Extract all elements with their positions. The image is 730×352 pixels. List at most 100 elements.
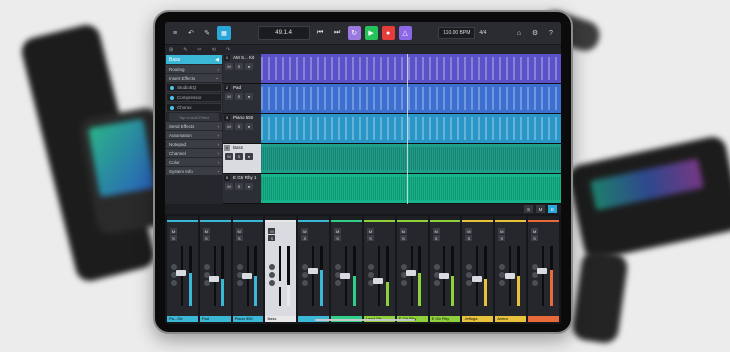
- mute-button[interactable]: M: [225, 93, 233, 100]
- volume-fader[interactable]: [438, 273, 449, 279]
- mixer-tab[interactable]: M: [536, 205, 545, 213]
- channel-routing[interactable]: [331, 216, 362, 222]
- mute-button[interactable]: M: [399, 228, 407, 234]
- track-lane[interactable]: [261, 54, 561, 84]
- pan-knob[interactable]: [499, 280, 506, 286]
- pan-knob[interactable]: [302, 280, 309, 286]
- volume-fader[interactable]: [307, 267, 318, 274]
- pan-knob[interactable]: [433, 280, 440, 286]
- menu-icon[interactable]: ≡: [169, 26, 181, 40]
- channel-routing[interactable]: [265, 216, 297, 222]
- pan-knob[interactable]: [236, 280, 243, 286]
- mixer-channel[interactable]: M S Jeffuga: [462, 216, 494, 322]
- tempo-display[interactable]: 110.00 BPM: [438, 27, 476, 39]
- send-knob[interactable]: [335, 264, 342, 270]
- mute-button[interactable]: M: [334, 228, 342, 234]
- toolbar2-loop-icon[interactable]: ⟲: [212, 47, 216, 53]
- snap-toggle[interactable]: ▦: [217, 26, 231, 40]
- play-icon[interactable]: ▶: [364, 26, 378, 40]
- solo-button[interactable]: S: [334, 235, 342, 241]
- mixer-channel[interactable]: MSLead Gtr: [363, 216, 395, 322]
- channel-routing[interactable]: [462, 216, 494, 222]
- metronome-icon[interactable]: △: [398, 26, 412, 40]
- toolbar2-scissors-icon[interactable]: ✂: [197, 47, 201, 53]
- inspector-section[interactable]: Notepad ›: [166, 140, 222, 148]
- mute-button[interactable]: M: [235, 228, 243, 234]
- channel-routing[interactable]: [199, 216, 231, 222]
- volume-fader[interactable]: [471, 275, 482, 282]
- mute-button[interactable]: M: [531, 228, 539, 234]
- inspector-section[interactable]: Channel ›: [166, 149, 222, 157]
- volume-fader[interactable]: [406, 270, 417, 277]
- mixer-channel[interactable]: M S Pa...Gtr: [167, 216, 198, 322]
- send-knob[interactable]: [433, 264, 440, 270]
- cycle-icon[interactable]: ↻: [347, 26, 361, 40]
- solo-button[interactable]: S: [268, 235, 276, 241]
- solo-button[interactable]: S: [301, 235, 309, 241]
- insert-slot-3[interactable]: Chorus: [166, 103, 222, 112]
- settings-icon[interactable]: ⚙: [529, 26, 541, 40]
- insert-slot-1[interactable]: StudioEQ: [166, 83, 222, 92]
- solo-button[interactable]: S: [531, 235, 539, 241]
- mute-button[interactable]: M: [225, 123, 233, 130]
- mute-button[interactable]: M: [301, 228, 309, 234]
- solo-button[interactable]: S: [432, 235, 440, 241]
- solo-button[interactable]: S: [465, 235, 473, 241]
- send-knob[interactable]: [466, 264, 473, 270]
- track-header[interactable]: 2 Pad M S ●: [223, 84, 261, 114]
- channel-routing[interactable]: [528, 216, 559, 222]
- playhead[interactable]: [407, 54, 408, 204]
- inspector-insert-effects[interactable]: Insert Effects ⌄: [166, 74, 222, 82]
- forward-icon[interactable]: ⏭: [331, 26, 344, 40]
- position-display[interactable]: 49.1.4: [257, 26, 310, 40]
- volume-fader[interactable]: [209, 275, 220, 282]
- help-icon[interactable]: ?: [545, 26, 557, 40]
- channel-routing[interactable]: [495, 216, 527, 222]
- send-knob[interactable]: [269, 272, 276, 278]
- mute-button[interactable]: M: [225, 63, 233, 70]
- insert-slot-2[interactable]: Compressor: [166, 93, 222, 102]
- power-icon[interactable]: [170, 95, 174, 100]
- channel-routing[interactable]: [298, 216, 330, 222]
- inspector-section[interactable]: Color ›: [166, 158, 222, 166]
- inspector-section[interactable]: Automation ›: [166, 131, 222, 139]
- track-header[interactable]: 4 Bass M S ●: [223, 144, 261, 174]
- power-icon[interactable]: [170, 105, 174, 110]
- track-lane[interactable]: [261, 174, 561, 204]
- mute-button[interactable]: M: [498, 228, 506, 234]
- send-knob[interactable]: [203, 264, 210, 270]
- channel-routing[interactable]: [232, 216, 264, 222]
- channel-routing[interactable]: [396, 216, 428, 222]
- track-header[interactable]: 3 Piano 550 M S ●: [223, 114, 261, 144]
- toolbar2-redo-icon[interactable]: ↷: [226, 47, 230, 53]
- channel-routing[interactable]: [167, 216, 198, 222]
- record-icon[interactable]: ●: [381, 26, 395, 40]
- solo-button[interactable]: S: [399, 235, 407, 241]
- solo-button[interactable]: S: [498, 235, 506, 241]
- volume-fader[interactable]: [241, 273, 252, 279]
- rewind-icon[interactable]: ⏮: [314, 26, 327, 40]
- mixer-channel[interactable]: MS: [528, 216, 559, 322]
- mute-button[interactable]: M: [202, 228, 210, 234]
- send-knob[interactable]: [367, 272, 374, 278]
- send-knob[interactable]: [499, 264, 506, 270]
- send-knob[interactable]: [236, 264, 243, 270]
- mixer-channel[interactable]: MS: [331, 216, 362, 322]
- track-header[interactable]: 1 AM S... Kit M S ●: [223, 54, 261, 84]
- send-knob[interactable]: [400, 264, 407, 270]
- pan-knob[interactable]: [171, 280, 177, 286]
- channel-routing[interactable]: [429, 216, 461, 222]
- track-lane[interactable]: [261, 84, 561, 114]
- volume-fader[interactable]: [340, 273, 351, 279]
- solo-button[interactable]: S: [235, 235, 243, 241]
- toolbar2-pencil-icon[interactable]: ✎: [183, 47, 187, 53]
- pan-knob[interactable]: [532, 280, 539, 286]
- inspector-track-header[interactable]: Bass ◀: [166, 55, 222, 64]
- mute-button[interactable]: M: [465, 228, 473, 234]
- mute-button[interactable]: M: [432, 228, 440, 234]
- inspector-section[interactable]: System Info ›: [166, 167, 222, 175]
- collapse-icon[interactable]: ◀: [215, 57, 219, 63]
- solo-button[interactable]: S: [235, 93, 243, 100]
- solo-button[interactable]: S: [235, 63, 243, 70]
- solo-button[interactable]: S: [202, 235, 210, 241]
